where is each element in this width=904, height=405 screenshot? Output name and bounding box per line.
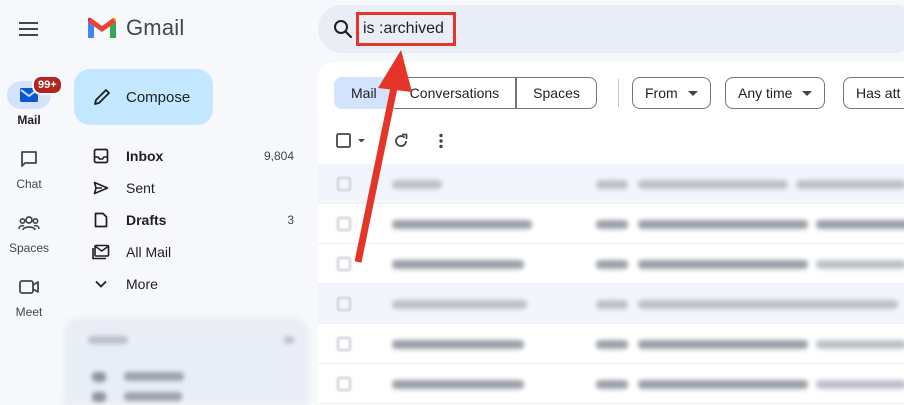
refresh-icon (395, 133, 408, 147)
pencil-icon (94, 89, 110, 105)
main-menu-button[interactable] (15, 17, 43, 41)
app-rail: 99+ Mail Chat Spaces Meet (0, 0, 63, 405)
list-toolbar (334, 128, 456, 154)
caret-down-icon (802, 90, 813, 96)
nav-label-sent: Sent (126, 180, 155, 196)
rail-label-mail: Mail (17, 113, 41, 127)
compose-label: Compose (126, 88, 191, 106)
navigation-panel: Gmail Compose Inbox 9,804 Sent Drafts 3 … (64, 0, 318, 405)
draft-icon (92, 211, 110, 229)
app-name: Gmail (126, 15, 185, 40)
filter-from-label: From (645, 85, 678, 101)
message-list-blurred (318, 164, 904, 404)
filter-any-time-label: Any time (738, 85, 793, 101)
rail-item-spaces[interactable]: Spaces (0, 209, 58, 255)
inbox-count: 9,804 (263, 149, 294, 163)
chevron-down-icon (92, 275, 110, 293)
nav-label-more: More (126, 276, 158, 292)
hamburger-icon (19, 22, 38, 36)
all-mail-icon (92, 243, 110, 261)
refresh-button[interactable] (386, 132, 416, 150)
filter-any-time[interactable]: Any time (725, 77, 826, 109)
rail-item-meet[interactable]: Meet (0, 273, 58, 319)
more-options-button[interactable] (426, 132, 456, 150)
segment-mail[interactable]: Mail (334, 77, 394, 109)
nav-label-drafts: Drafts (126, 212, 167, 228)
search-icon[interactable] (332, 18, 354, 40)
checkbox-icon (336, 133, 365, 148)
rail-label-chat: Chat (16, 177, 42, 191)
list-item[interactable] (318, 324, 904, 364)
select-checkbox[interactable] (334, 131, 368, 151)
segment-spaces[interactable]: Spaces (516, 77, 597, 109)
send-icon (92, 179, 110, 197)
list-item[interactable] (318, 164, 904, 204)
caret-down-icon (687, 90, 698, 96)
filter-has-attachment-label: Has att (856, 85, 901, 101)
rail-label-meet: Meet (15, 305, 43, 319)
nav-label-all-mail: All Mail (126, 244, 172, 260)
search-input[interactable]: is :archived (356, 12, 456, 46)
rail-item-chat[interactable]: Chat (0, 145, 58, 191)
segment-conversations[interactable]: Conversations (393, 77, 517, 109)
filter-has-attachment[interactable]: Has att (843, 77, 904, 109)
spaces-icon (9, 209, 49, 237)
gmail-logo[interactable]: Gmail (86, 15, 184, 41)
mail-list-panel: Mail Conversations Spaces From Any time … (318, 62, 904, 405)
search-type-segments: Mail Conversations Spaces (334, 77, 597, 109)
chat-icon (9, 145, 49, 173)
nav-item-all-mail[interactable]: All Mail (64, 236, 318, 268)
list-item[interactable] (318, 244, 904, 284)
inbox-icon (92, 147, 110, 165)
labels-section-blurred (64, 318, 308, 405)
nav-item-inbox[interactable]: Inbox 9,804 (64, 140, 318, 172)
filter-divider (618, 79, 619, 107)
search-query: is :archived (363, 20, 444, 37)
nav-item-drafts[interactable]: Drafts 3 (64, 204, 318, 236)
nav-item-more[interactable]: More (64, 268, 318, 300)
drafts-count: 3 (287, 213, 294, 227)
list-item[interactable] (318, 204, 904, 244)
list-item[interactable] (318, 284, 904, 324)
gmail-m-icon (88, 17, 116, 38)
list-item[interactable] (318, 364, 904, 404)
unread-badge: 99+ (32, 75, 63, 95)
more-vert-icon (439, 133, 443, 149)
compose-button[interactable]: Compose (74, 69, 213, 125)
rail-label-spaces: Spaces (8, 241, 50, 255)
nav-label-inbox: Inbox (126, 148, 164, 164)
rail-item-mail[interactable]: 99+ Mail (0, 75, 63, 127)
mail-icon: 99+ (7, 75, 63, 109)
meet-icon (9, 273, 49, 301)
nav-item-sent[interactable]: Sent (64, 172, 318, 204)
filter-from[interactable]: From (632, 77, 711, 109)
